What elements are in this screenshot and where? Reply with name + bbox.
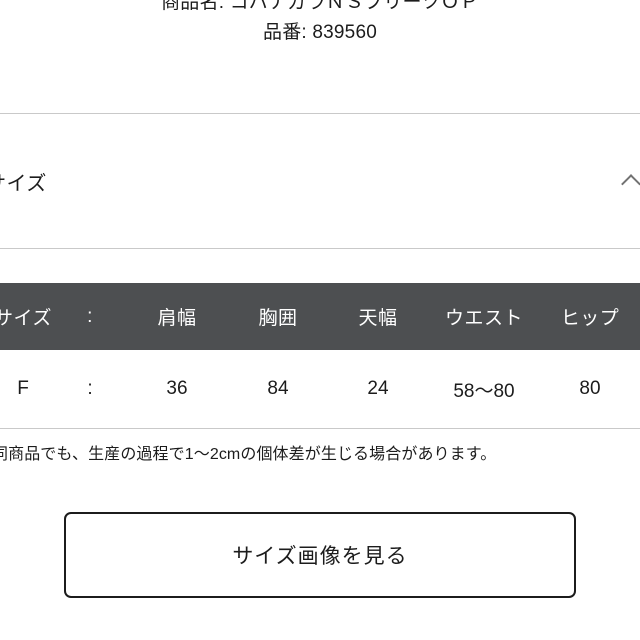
column-header-bust: 胸囲: [258, 308, 298, 329]
cell-hip: 80: [579, 378, 601, 399]
size-accordion-label: サイズ: [0, 172, 47, 195]
column-header-top-width: 天幅: [358, 308, 398, 329]
cell-separator: :: [87, 378, 93, 399]
size-table: サイズ : 肩幅 胸囲 天幅 ウエスト ヒップ F : 36 84 24 58〜…: [0, 283, 640, 429]
product-info-block: 商品名: コバナガラＮＳプリーツＯＰ 品番: 839560: [0, 0, 640, 108]
chevron-up-icon[interactable]: [622, 170, 640, 192]
view-size-image-button[interactable]: サイズ画像を見る: [64, 512, 576, 598]
size-variance-note: 同商品でも、生産の過程で1〜2cmの個体差が生じる場合があります。: [0, 446, 497, 463]
divider-middle: [0, 248, 640, 249]
cell-top-width: 24: [367, 378, 389, 399]
table-row: F : 36 84 24 58〜80 80: [0, 350, 640, 429]
cell-size: F: [17, 378, 29, 399]
size-table-header-row: サイズ : 肩幅 胸囲 天幅 ウエスト ヒップ: [0, 283, 640, 350]
column-header-shoulder-width: 肩幅: [157, 308, 197, 329]
column-header-hip: ヒップ: [560, 308, 620, 329]
cell-waist: 58〜80: [453, 380, 515, 402]
column-header-waist: ウエスト: [444, 308, 523, 329]
product-code-text: 品番: 839560: [263, 22, 377, 43]
cell-bust: 84: [267, 378, 289, 399]
column-header-separator: :: [87, 305, 93, 327]
cell-shoulder-width: 36: [166, 378, 188, 399]
product-name-text: 商品名: コバナガラＮＳプリーツＯＰ: [161, 0, 479, 13]
size-accordion-header[interactable]: サイズ: [0, 114, 640, 248]
column-header-size: サイズ: [0, 308, 52, 329]
